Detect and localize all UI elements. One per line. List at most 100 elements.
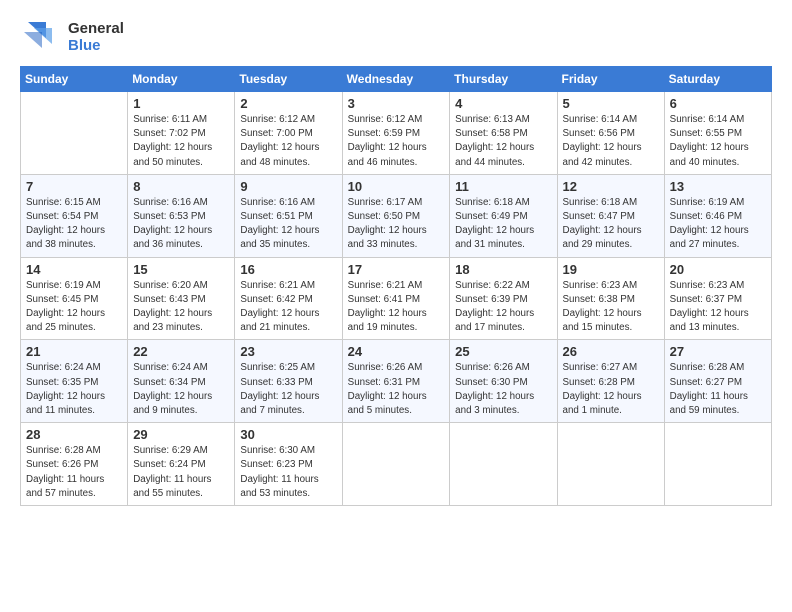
day-info: Sunrise: 6:27 AM Sunset: 6:28 PM Dayligh… (563, 361, 659, 418)
day-number: 27 (670, 344, 766, 359)
day-info: Sunrise: 6:25 AM Sunset: 6:33 PM Dayligh… (240, 361, 336, 418)
day-number: 25 (455, 344, 551, 359)
day-number: 15 (133, 262, 229, 277)
day-info: Sunrise: 6:14 AM Sunset: 6:55 PM Dayligh… (670, 113, 766, 170)
day-number: 10 (348, 179, 445, 194)
day-cell (450, 423, 557, 506)
day-number: 7 (26, 179, 122, 194)
header-cell-saturday: Saturday (664, 67, 771, 92)
day-number: 17 (348, 262, 445, 277)
day-number: 29 (133, 427, 229, 442)
day-cell: 26 Sunrise: 6:27 AM Sunset: 6:28 PM Dayli… (557, 340, 664, 423)
page: General Blue SundayMondayTuesdayWednesda… (0, 0, 792, 612)
day-cell (342, 423, 450, 506)
day-info: Sunrise: 6:19 AM Sunset: 6:46 PM Dayligh… (670, 196, 766, 253)
day-info: Sunrise: 6:15 AM Sunset: 6:54 PM Dayligh… (26, 196, 122, 253)
day-info: Sunrise: 6:19 AM Sunset: 6:45 PM Dayligh… (26, 279, 122, 336)
day-info: Sunrise: 6:29 AM Sunset: 6:24 PM Dayligh… (133, 444, 229, 501)
day-number: 23 (240, 344, 336, 359)
day-info: Sunrise: 6:18 AM Sunset: 6:47 PM Dayligh… (563, 196, 659, 253)
day-cell: 6 Sunrise: 6:14 AM Sunset: 6:55 PM Daylig… (664, 92, 771, 175)
day-info: Sunrise: 6:28 AM Sunset: 6:27 PM Dayligh… (670, 361, 766, 418)
day-cell: 2 Sunrise: 6:12 AM Sunset: 7:00 PM Daylig… (235, 92, 342, 175)
day-info: Sunrise: 6:21 AM Sunset: 6:42 PM Dayligh… (240, 279, 336, 336)
day-number: 24 (348, 344, 445, 359)
day-number: 14 (26, 262, 122, 277)
day-info: Sunrise: 6:17 AM Sunset: 6:50 PM Dayligh… (348, 196, 445, 253)
day-info: Sunrise: 6:18 AM Sunset: 6:49 PM Dayligh… (455, 196, 551, 253)
day-info: Sunrise: 6:11 AM Sunset: 7:02 PM Dayligh… (133, 113, 229, 170)
day-number: 30 (240, 427, 336, 442)
logo-blue: Blue (68, 37, 124, 54)
day-number: 19 (563, 262, 659, 277)
week-row-4: 28 Sunrise: 6:28 AM Sunset: 6:26 PM Dayli… (21, 423, 772, 506)
day-info: Sunrise: 6:21 AM Sunset: 6:41 PM Dayligh… (348, 279, 445, 336)
day-cell: 8Sunrise: 6:16 AM Sunset: 6:53 PM Daylig… (128, 174, 235, 257)
day-cell: 18Sunrise: 6:22 AM Sunset: 6:39 PM Dayli… (450, 257, 557, 340)
calendar-table: SundayMondayTuesdayWednesdayThursdayFrid… (20, 66, 772, 506)
day-number: 4 (455, 96, 551, 111)
day-cell: 12 Sunrise: 6:18 AM Sunset: 6:47 PM Dayli… (557, 174, 664, 257)
day-cell (21, 92, 128, 175)
day-cell: 10 Sunrise: 6:17 AM Sunset: 6:50 PM Dayli… (342, 174, 450, 257)
day-cell: 30 Sunrise: 6:30 AM Sunset: 6:23 PM Dayli… (235, 423, 342, 506)
day-number: 1 (133, 96, 229, 111)
header-cell-thursday: Thursday (450, 67, 557, 92)
day-cell: 22Sunrise: 6:24 AM Sunset: 6:34 PM Dayli… (128, 340, 235, 423)
day-cell: 27 Sunrise: 6:28 AM Sunset: 6:27 PM Dayli… (664, 340, 771, 423)
day-cell: 25Sunrise: 6:26 AM Sunset: 6:30 PM Dayli… (450, 340, 557, 423)
day-cell: 4 Sunrise: 6:13 AM Sunset: 6:58 PM Daylig… (450, 92, 557, 175)
day-cell: 23 Sunrise: 6:25 AM Sunset: 6:33 PM Dayli… (235, 340, 342, 423)
day-info: Sunrise: 6:20 AM Sunset: 6:43 PM Dayligh… (133, 279, 229, 336)
day-number: 9 (240, 179, 336, 194)
day-number: 21 (26, 344, 122, 359)
header-cell-wednesday: Wednesday (342, 67, 450, 92)
day-number: 13 (670, 179, 766, 194)
day-number: 18 (455, 262, 551, 277)
day-info: Sunrise: 6:12 AM Sunset: 6:59 PM Dayligh… (348, 113, 445, 170)
day-cell: 20 Sunrise: 6:23 AM Sunset: 6:37 PM Dayli… (664, 257, 771, 340)
day-cell: 7 Sunrise: 6:15 AM Sunset: 6:54 PM Daylig… (21, 174, 128, 257)
week-row-1: 7 Sunrise: 6:15 AM Sunset: 6:54 PM Daylig… (21, 174, 772, 257)
header: General Blue (20, 18, 772, 56)
header-cell-sunday: Sunday (21, 67, 128, 92)
day-number: 16 (240, 262, 336, 277)
day-info: Sunrise: 6:30 AM Sunset: 6:23 PM Dayligh… (240, 444, 336, 501)
day-cell: 24 Sunrise: 6:26 AM Sunset: 6:31 PM Dayli… (342, 340, 450, 423)
calendar-header: SundayMondayTuesdayWednesdayThursdayFrid… (21, 67, 772, 92)
logo: General Blue (20, 18, 124, 56)
day-number: 28 (26, 427, 122, 442)
day-cell: 11Sunrise: 6:18 AM Sunset: 6:49 PM Dayli… (450, 174, 557, 257)
day-number: 5 (563, 96, 659, 111)
day-info: Sunrise: 6:16 AM Sunset: 6:51 PM Dayligh… (240, 196, 336, 253)
day-number: 3 (348, 96, 445, 111)
day-info: Sunrise: 6:24 AM Sunset: 6:34 PM Dayligh… (133, 361, 229, 418)
day-info: Sunrise: 6:23 AM Sunset: 6:37 PM Dayligh… (670, 279, 766, 336)
header-cell-monday: Monday (128, 67, 235, 92)
day-cell (557, 423, 664, 506)
logo-graphic (20, 18, 64, 56)
calendar-body: 1 Sunrise: 6:11 AM Sunset: 7:02 PM Daylig… (21, 92, 772, 506)
day-info: Sunrise: 6:13 AM Sunset: 6:58 PM Dayligh… (455, 113, 551, 170)
day-cell: 17 Sunrise: 6:21 AM Sunset: 6:41 PM Dayli… (342, 257, 450, 340)
day-info: Sunrise: 6:28 AM Sunset: 6:26 PM Dayligh… (26, 444, 122, 501)
day-number: 26 (563, 344, 659, 359)
day-cell: 1 Sunrise: 6:11 AM Sunset: 7:02 PM Daylig… (128, 92, 235, 175)
day-info: Sunrise: 6:12 AM Sunset: 7:00 PM Dayligh… (240, 113, 336, 170)
day-number: 12 (563, 179, 659, 194)
day-info: Sunrise: 6:26 AM Sunset: 6:31 PM Dayligh… (348, 361, 445, 418)
week-row-3: 21Sunrise: 6:24 AM Sunset: 6:35 PM Dayli… (21, 340, 772, 423)
day-cell: 9 Sunrise: 6:16 AM Sunset: 6:51 PM Daylig… (235, 174, 342, 257)
day-number: 6 (670, 96, 766, 111)
day-cell: 3 Sunrise: 6:12 AM Sunset: 6:59 PM Daylig… (342, 92, 450, 175)
day-cell: 21Sunrise: 6:24 AM Sunset: 6:35 PM Dayli… (21, 340, 128, 423)
day-cell: 15 Sunrise: 6:20 AM Sunset: 6:43 PM Dayli… (128, 257, 235, 340)
day-info: Sunrise: 6:23 AM Sunset: 6:38 PM Dayligh… (563, 279, 659, 336)
day-number: 2 (240, 96, 336, 111)
week-row-2: 14 Sunrise: 6:19 AM Sunset: 6:45 PM Dayli… (21, 257, 772, 340)
logo-general: General (68, 20, 124, 37)
header-cell-tuesday: Tuesday (235, 67, 342, 92)
day-number: 20 (670, 262, 766, 277)
day-cell: 5Sunrise: 6:14 AM Sunset: 6:56 PM Daylig… (557, 92, 664, 175)
header-cell-friday: Friday (557, 67, 664, 92)
